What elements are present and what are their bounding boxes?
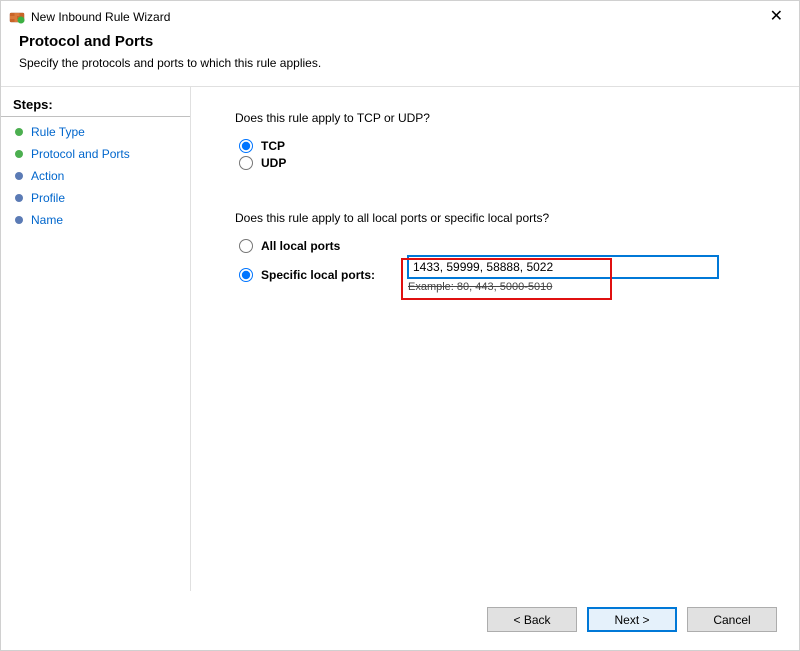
step-rule-type[interactable]: Rule Type: [1, 121, 190, 143]
step-bullet-icon: [15, 172, 23, 180]
wizard-content: Does this rule apply to TCP or UDP? TCP …: [191, 87, 799, 591]
radio-udp-label: UDP: [261, 156, 286, 170]
step-action[interactable]: Action: [1, 165, 190, 187]
button-strip: < Back Next > Cancel: [487, 607, 777, 632]
step-profile[interactable]: Profile: [1, 187, 190, 209]
radio-tcp-row[interactable]: TCP: [235, 139, 771, 153]
step-protocol-and-ports[interactable]: Protocol and Ports: [1, 143, 190, 165]
step-bullet-icon: [15, 216, 23, 224]
radio-udp-row[interactable]: UDP: [235, 156, 771, 170]
page-title: Protocol and Ports: [19, 33, 781, 50]
steps-sidebar: Steps: Rule Type Protocol and Ports Acti…: [1, 87, 191, 591]
step-bullet-icon: [15, 128, 23, 136]
steps-heading: Steps:: [1, 95, 190, 117]
wizard-header: Protocol and Ports Specify the protocols…: [1, 33, 799, 86]
specific-ports-input[interactable]: [408, 256, 718, 278]
page-subtitle: Specify the protocols and ports to which…: [19, 56, 781, 70]
step-name[interactable]: Name: [1, 209, 190, 231]
radio-specific-ports[interactable]: [239, 268, 253, 282]
back-button[interactable]: < Back: [487, 607, 577, 632]
titlebar-left: New Inbound Rule Wizard: [9, 9, 170, 25]
titlebar: New Inbound Rule Wizard ✕: [1, 1, 799, 33]
radio-specific-ports-row: Specific local ports: Example: 80, 443, …: [235, 256, 771, 293]
radio-specific-ports-label: Specific local ports:: [261, 268, 375, 282]
window-title: New Inbound Rule Wizard: [31, 10, 170, 24]
step-bullet-icon: [15, 150, 23, 158]
step-label: Action: [31, 169, 64, 183]
radio-all-ports-label: All local ports: [261, 239, 340, 253]
cancel-button[interactable]: Cancel: [687, 607, 777, 632]
question-ports: Does this rule apply to all local ports …: [235, 211, 771, 225]
step-label: Rule Type: [31, 125, 85, 139]
step-label: Protocol and Ports: [31, 147, 130, 161]
firewall-icon: [9, 9, 25, 25]
next-button[interactable]: Next >: [587, 607, 677, 632]
step-label: Name: [31, 213, 63, 227]
radio-tcp[interactable]: [239, 139, 253, 153]
radio-udp[interactable]: [239, 156, 253, 170]
step-bullet-icon: [15, 194, 23, 202]
question-protocol: Does this rule apply to TCP or UDP?: [235, 111, 771, 125]
radio-specific-ports-wrap[interactable]: Specific local ports:: [239, 268, 404, 282]
wizard-body: Steps: Rule Type Protocol and Ports Acti…: [1, 86, 799, 591]
step-label: Profile: [31, 191, 65, 205]
radio-all-ports-row[interactable]: All local ports: [235, 239, 771, 253]
close-icon[interactable]: ✕: [764, 9, 789, 25]
radio-tcp-label: TCP: [261, 139, 285, 153]
example-text: Example: 80, 443, 5000-5010: [408, 278, 771, 293]
radio-all-ports[interactable]: [239, 239, 253, 253]
